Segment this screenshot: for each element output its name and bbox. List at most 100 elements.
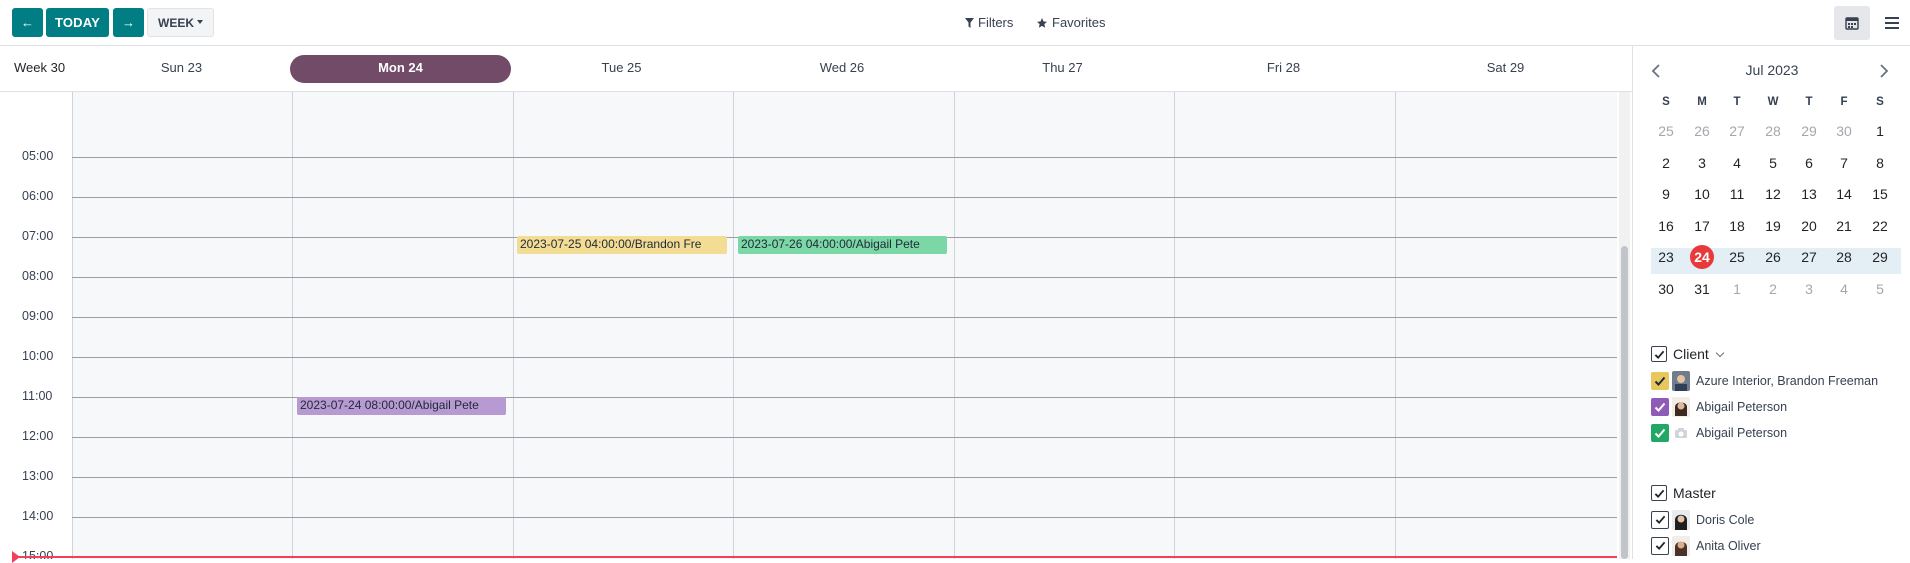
mini-calendar-day[interactable]: 16 [1651, 213, 1681, 239]
day-column[interactable] [732, 92, 952, 559]
filter-item-label: Doris Cole [1696, 512, 1755, 527]
current-time-line [14, 556, 1617, 558]
mini-calendar-day[interactable]: 4 [1722, 150, 1752, 176]
check-icon [1654, 350, 1664, 359]
day-header[interactable]: Thu 27 [952, 60, 1173, 75]
mini-calendar-day[interactable]: 3 [1687, 150, 1717, 176]
mini-calendar-day[interactable]: 7 [1829, 150, 1859, 176]
mini-calendar-day[interactable]: 27 [1722, 118, 1752, 144]
time-label: 09:00 [22, 309, 54, 323]
mini-calendar-day[interactable]: 1 [1722, 276, 1752, 302]
mini-calendar-day[interactable]: 19 [1758, 213, 1788, 239]
mini-calendar-day[interactable]: 14 [1829, 181, 1859, 207]
day-column[interactable] [1394, 92, 1617, 559]
mini-calendar-day[interactable]: 8 [1865, 150, 1895, 176]
checkbox[interactable] [1651, 485, 1667, 501]
mini-calendar-day[interactable]: 30 [1829, 118, 1859, 144]
chevron-down-icon[interactable] [1715, 348, 1725, 357]
mini-calendar-day[interactable]: 12 [1758, 181, 1788, 207]
filters-toggle[interactable]: Filters [965, 15, 1013, 30]
day-header[interactable]: Wed 26 [732, 60, 952, 75]
mini-calendar-day[interactable]: 20 [1794, 213, 1824, 239]
mini-calendar-day[interactable]: 17 [1687, 213, 1717, 239]
checkbox[interactable] [1651, 397, 1669, 416]
check-icon [1655, 541, 1665, 551]
weekday-label: S [1662, 96, 1670, 108]
weekday-label: T [1733, 96, 1741, 108]
checkbox[interactable] [1651, 346, 1667, 362]
mini-calendar-day[interactable]: 26 [1687, 118, 1717, 144]
calendar-event[interactable]: 2023-07-25 04:00:00/Brandon Fre [517, 236, 727, 254]
calendar-event[interactable]: 2023-07-24 08:00:00/Abigail Pete [297, 397, 506, 415]
mini-calendar-day[interactable]: 28 [1829, 244, 1859, 270]
filter-item[interactable]: Anita Oliver [1651, 535, 1906, 556]
mini-calendar-day[interactable]: 9 [1651, 181, 1681, 207]
mini-calendar-day[interactable]: 1 [1865, 118, 1895, 144]
time-grid[interactable]: 05:00 06:00 07:00 08:00 09:00 10:00 11:0… [0, 92, 1632, 559]
mini-calendar-day[interactable]: 21 [1829, 213, 1859, 239]
today-button[interactable]: TODAY [46, 8, 109, 37]
day-header[interactable]: Sat 29 [1394, 60, 1617, 75]
day-header-today[interactable]: Mon 24 [290, 60, 511, 75]
filter-group-header[interactable]: Master [1651, 482, 1906, 504]
favorites-toggle[interactable]: Favorites [1036, 15, 1105, 30]
mini-calendar-day[interactable]: 29 [1865, 244, 1895, 270]
scale-dropdown[interactable]: WEEK [147, 8, 214, 37]
avatar [1672, 370, 1690, 391]
mini-calendar-day[interactable]: 4 [1829, 276, 1859, 302]
list-icon [1885, 17, 1899, 29]
checkbox[interactable] [1651, 371, 1669, 390]
filters-label: Filters [978, 15, 1014, 30]
mini-calendar-day[interactable]: 3 [1794, 276, 1824, 302]
mini-calendar-day[interactable]: 28 [1758, 118, 1788, 144]
mini-calendar-day[interactable]: 6 [1794, 150, 1824, 176]
today-badge: 24 [1690, 245, 1714, 269]
filter-icon [965, 17, 974, 28]
mini-calendar-day[interactable]: 30 [1651, 276, 1681, 302]
chevron-right-icon[interactable] [1879, 64, 1889, 78]
day-column[interactable] [952, 92, 1173, 559]
mini-calendar-day[interactable]: 26 [1758, 244, 1788, 270]
day-column[interactable] [1173, 92, 1394, 559]
mini-calendar-day[interactable]: 2 [1651, 150, 1681, 176]
mini-calendar-day[interactable]: 31 [1687, 276, 1717, 302]
filter-item[interactable]: Azure Interior, Brandon Freeman [1651, 370, 1906, 391]
filter-item[interactable]: Abigail Peterson [1651, 396, 1906, 417]
filter-item[interactable]: Abigail Peterson [1651, 422, 1906, 443]
day-column[interactable] [511, 92, 732, 559]
mini-calendar-day[interactable]: 23 [1651, 244, 1681, 270]
mini-calendar-day[interactable]: 11 [1722, 181, 1752, 207]
calendar-view-button[interactable] [1834, 6, 1870, 40]
next-button[interactable]: → [113, 8, 144, 37]
mini-calendar-day[interactable]: 13 [1794, 181, 1824, 207]
mini-calendar-today[interactable]: 24 [1687, 244, 1717, 270]
checkbox[interactable] [1651, 510, 1669, 529]
chevron-left-icon[interactable] [1651, 64, 1661, 78]
mini-calendar-day[interactable]: 25 [1651, 118, 1681, 144]
filter-group-header[interactable]: Client [1651, 343, 1906, 365]
mini-calendar-day[interactable]: 22 [1865, 213, 1895, 239]
day-header[interactable]: Tue 25 [511, 60, 732, 75]
day-column[interactable] [291, 92, 511, 559]
column-divider [292, 92, 293, 559]
mini-calendar-day[interactable]: 18 [1722, 213, 1752, 239]
day-header[interactable]: Fri 28 [1173, 60, 1394, 75]
scrollbar-thumb[interactable] [1621, 246, 1628, 559]
mini-calendar-day[interactable]: 5 [1758, 150, 1788, 176]
mini-calendar-day[interactable]: 25 [1722, 244, 1752, 270]
checkbox[interactable] [1651, 536, 1669, 555]
day-header[interactable]: Sun 23 [73, 60, 290, 75]
mini-calendar-day[interactable]: 2 [1758, 276, 1788, 302]
filter-item[interactable]: Doris Cole [1651, 509, 1906, 530]
avatar [1672, 535, 1690, 556]
previous-button[interactable]: ← [12, 8, 43, 37]
mini-calendar-day[interactable]: 29 [1794, 118, 1824, 144]
calendar-event[interactable]: 2023-07-26 04:00:00/Abigail Pete [738, 236, 947, 254]
mini-calendar-day[interactable]: 15 [1865, 181, 1895, 207]
mini-calendar-day[interactable]: 5 [1865, 276, 1895, 302]
day-column[interactable] [73, 92, 291, 559]
mini-calendar-day[interactable]: 27 [1794, 244, 1824, 270]
mini-calendar-day[interactable]: 10 [1687, 181, 1717, 207]
list-view-button[interactable] [1874, 6, 1910, 40]
checkbox[interactable] [1651, 423, 1669, 442]
